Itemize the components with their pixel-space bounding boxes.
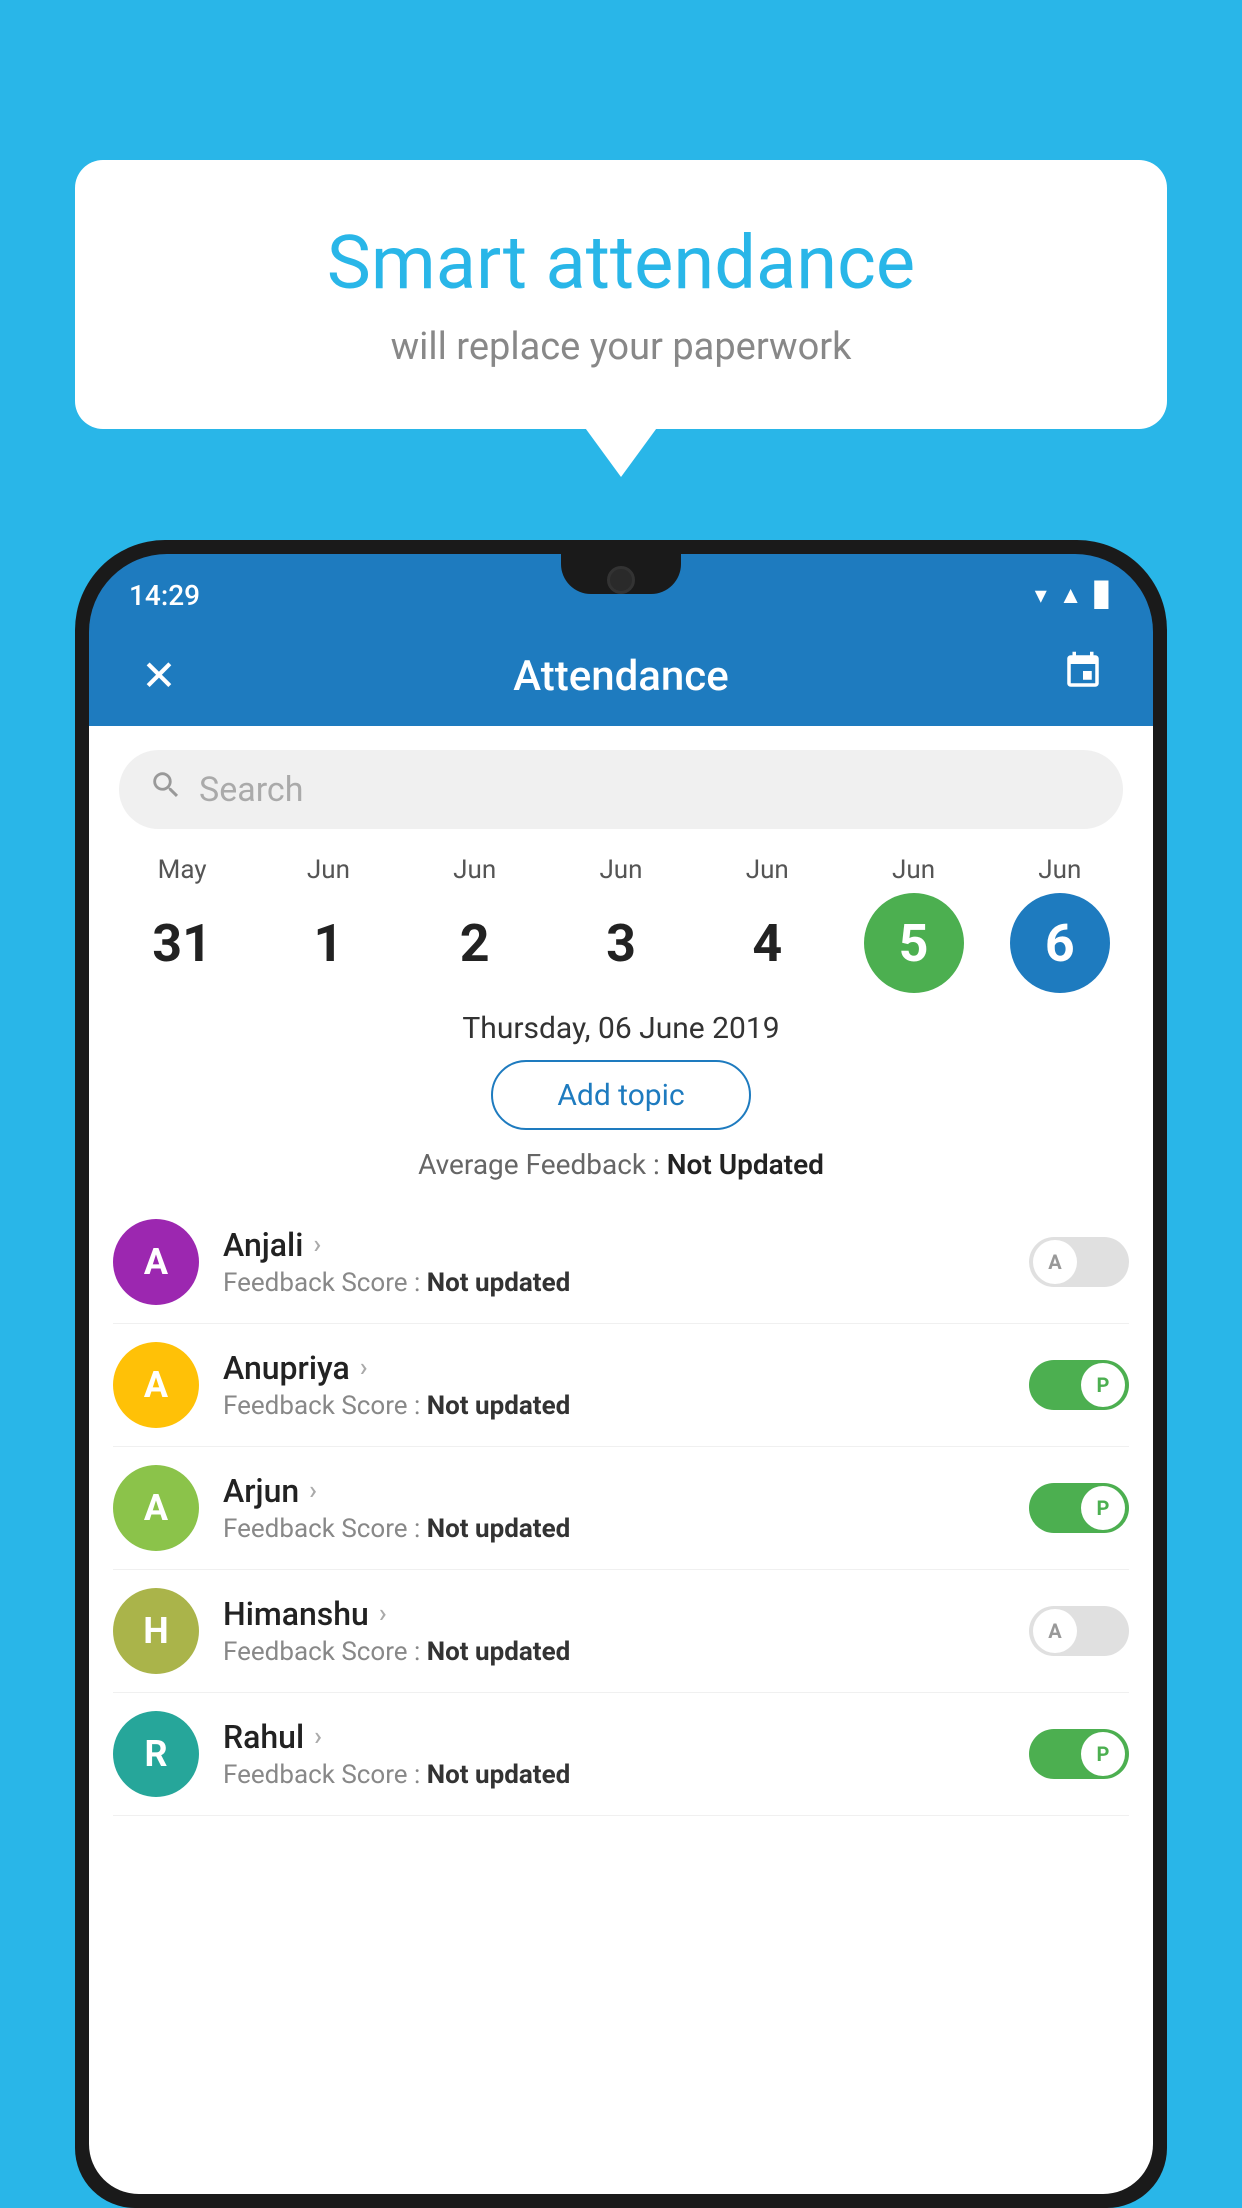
add-topic-label: Add topic bbox=[557, 1078, 684, 1113]
student-row[interactable]: A Anupriya › Feedback Score : Not updated P bbox=[113, 1324, 1129, 1447]
calendar-day[interactable]: Jun 5 bbox=[854, 855, 974, 993]
average-feedback-label: Average Feedback : bbox=[418, 1148, 667, 1181]
app-bar: ✕ Attendance bbox=[89, 626, 1153, 726]
student-name: Rahul › bbox=[223, 1718, 1029, 1756]
calendar-day[interactable]: Jun 2 bbox=[415, 855, 535, 993]
battery-icon: ▊ bbox=[1095, 581, 1113, 609]
calendar-month-label: Jun bbox=[599, 855, 642, 885]
app-bar-title: Attendance bbox=[513, 652, 728, 701]
calendar-month-label: Jun bbox=[453, 855, 496, 885]
phone-screen: 14:29 ▾ ▲ ▊ ✕ Attendance bbox=[89, 554, 1153, 2194]
chevron-right-icon: › bbox=[314, 1722, 322, 1752]
student-list: AAnjali ›Feedback Score : Not updatedAAA… bbox=[89, 1201, 1153, 1816]
calendar-date[interactable]: 6 bbox=[1010, 893, 1110, 993]
student-feedback: Feedback Score : Not updated bbox=[223, 1637, 1029, 1667]
attendance-toggle[interactable]: A bbox=[1029, 1237, 1129, 1287]
status-time: 14:29 bbox=[129, 579, 200, 612]
attendance-toggle[interactable]: P bbox=[1029, 1729, 1129, 1779]
search-placeholder: Search bbox=[199, 770, 303, 810]
signal-icon: ▲ bbox=[1059, 581, 1083, 610]
student-name: Anupriya › bbox=[223, 1349, 1029, 1387]
calendar-date[interactable]: 5 bbox=[864, 893, 964, 993]
attendance-toggle[interactable]: A bbox=[1029, 1606, 1129, 1656]
calendar-strip: May 31 Jun 1 Jun 2 Jun 3 Jun 4 Jun 5 Jun 6 bbox=[89, 845, 1153, 993]
add-topic-button[interactable]: Add topic bbox=[491, 1060, 751, 1130]
student-name: Anjali › bbox=[223, 1226, 1029, 1264]
speech-bubble-subtitle: will replace your paperwork bbox=[155, 325, 1087, 369]
student-name: Arjun › bbox=[223, 1472, 1029, 1510]
calendar-month-label: Jun bbox=[892, 855, 935, 885]
screen-content: Search May 31 Jun 1 Jun 2 Jun 3 Jun 4 Jun 5 Jun 6 Thu… bbox=[89, 726, 1153, 2194]
calendar-day[interactable]: May 31 bbox=[122, 855, 242, 993]
calendar-date[interactable]: 4 bbox=[717, 893, 817, 993]
calendar-date[interactable]: 31 bbox=[132, 893, 232, 993]
calendar-day[interactable]: Jun 4 bbox=[707, 855, 827, 993]
front-camera bbox=[607, 566, 635, 594]
student-row[interactable]: R Rahul › Feedback Score : Not updated P bbox=[113, 1693, 1129, 1816]
calendar-month-label: Jun bbox=[746, 855, 789, 885]
toggle-knob: P bbox=[1081, 1486, 1125, 1530]
calendar-month-label: May bbox=[158, 855, 207, 885]
chevron-right-icon: › bbox=[313, 1230, 321, 1260]
student-info: Anjali › Feedback Score : Not updated bbox=[223, 1226, 1029, 1298]
chevron-right-icon: › bbox=[309, 1476, 317, 1506]
student-row[interactable]: AAnjali ›Feedback Score : Not updatedA bbox=[113, 1201, 1129, 1324]
student-feedback: Feedback Score : Not updated bbox=[223, 1760, 1029, 1790]
average-feedback-value: Not Updated bbox=[667, 1148, 824, 1181]
calendar-day[interactable]: Jun 6 bbox=[1000, 855, 1120, 993]
wifi-icon: ▾ bbox=[1035, 581, 1047, 609]
speech-bubble: Smart attendance will replace your paper… bbox=[75, 160, 1167, 429]
toggle-knob: P bbox=[1081, 1363, 1125, 1407]
calendar-month-label: Jun bbox=[1038, 855, 1081, 885]
selected-date: Thursday, 06 June 2019 bbox=[89, 1011, 1153, 1046]
calendar-date[interactable]: 2 bbox=[425, 893, 525, 993]
attendance-toggle[interactable]: P bbox=[1029, 1483, 1129, 1533]
student-info: Himanshu › Feedback Score : Not updated bbox=[223, 1595, 1029, 1667]
attendance-toggle[interactable]: P bbox=[1029, 1360, 1129, 1410]
student-info: Arjun › Feedback Score : Not updated bbox=[223, 1472, 1029, 1544]
student-feedback: Feedback Score : Not updated bbox=[223, 1514, 1029, 1544]
avatar: A bbox=[113, 1465, 199, 1551]
avatar: A bbox=[113, 1219, 199, 1305]
average-feedback: Average Feedback : Not Updated bbox=[89, 1148, 1153, 1181]
avatar: H bbox=[113, 1588, 199, 1674]
student-info: Anupriya › Feedback Score : Not updated bbox=[223, 1349, 1029, 1421]
avatar: A bbox=[113, 1342, 199, 1428]
search-bar[interactable]: Search bbox=[119, 750, 1123, 829]
phone-notch bbox=[561, 554, 681, 594]
toggle-knob: P bbox=[1081, 1732, 1125, 1776]
phone-frame: 14:29 ▾ ▲ ▊ ✕ Attendance bbox=[75, 540, 1167, 2208]
calendar-icon-button[interactable] bbox=[1053, 650, 1113, 703]
close-button[interactable]: ✕ bbox=[129, 651, 189, 701]
student-row[interactable]: A Arjun › Feedback Score : Not updated P bbox=[113, 1447, 1129, 1570]
chevron-right-icon: › bbox=[379, 1599, 387, 1629]
calendar-day[interactable]: Jun 1 bbox=[268, 855, 388, 993]
speech-bubble-container: Smart attendance will replace your paper… bbox=[75, 160, 1167, 429]
chevron-right-icon: › bbox=[360, 1353, 368, 1383]
student-info: Rahul › Feedback Score : Not updated bbox=[223, 1718, 1029, 1790]
student-feedback: Feedback Score : Not updated bbox=[223, 1391, 1029, 1421]
calendar-month-label: Jun bbox=[307, 855, 350, 885]
student-row[interactable]: H Himanshu › Feedback Score : Not updatedA bbox=[113, 1570, 1129, 1693]
calendar-date[interactable]: 1 bbox=[278, 893, 378, 993]
status-icons: ▾ ▲ ▊ bbox=[1035, 581, 1113, 610]
search-icon bbox=[149, 768, 183, 811]
avatar: R bbox=[113, 1711, 199, 1797]
student-name: Himanshu › bbox=[223, 1595, 1029, 1633]
speech-bubble-title: Smart attendance bbox=[155, 220, 1087, 307]
calendar-date[interactable]: 3 bbox=[571, 893, 671, 993]
calendar-day[interactable]: Jun 3 bbox=[561, 855, 681, 993]
student-feedback: Feedback Score : Not updated bbox=[223, 1268, 1029, 1298]
toggle-knob: A bbox=[1033, 1609, 1077, 1653]
toggle-knob: A bbox=[1033, 1240, 1077, 1284]
